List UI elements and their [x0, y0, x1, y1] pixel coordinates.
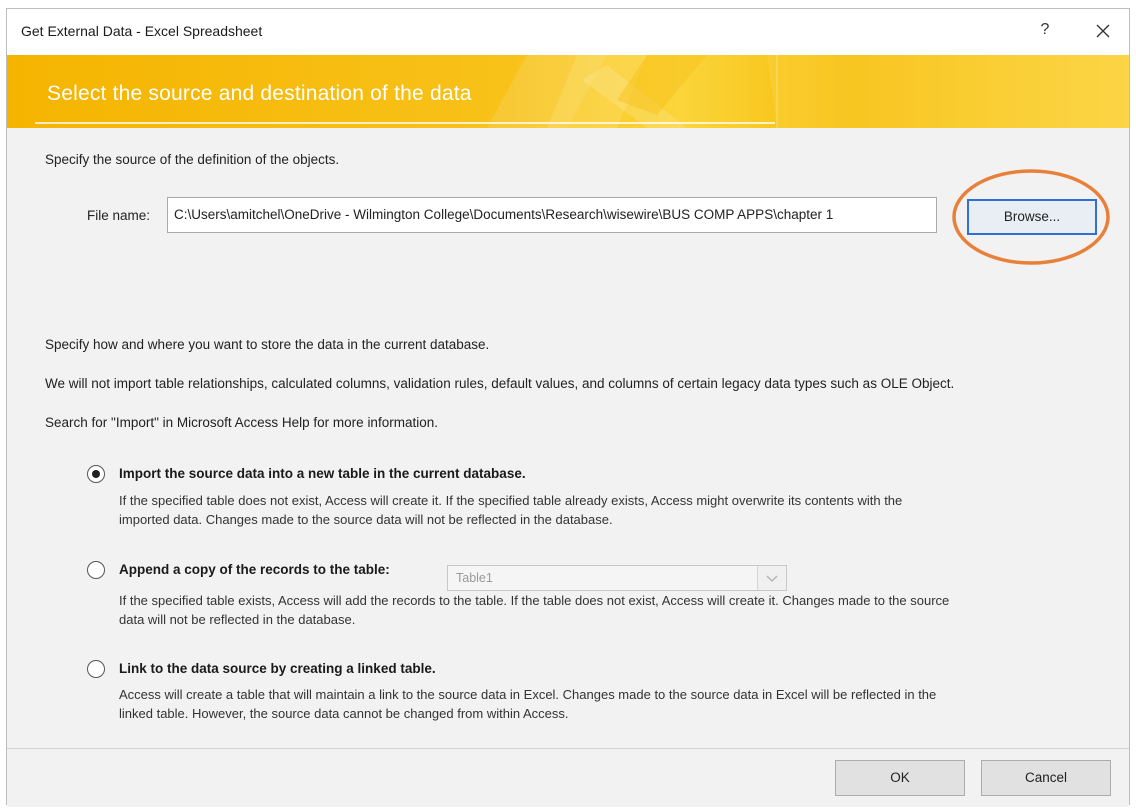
file-name-input[interactable]: C:\Users\amitchel\OneDrive - Wilmington …: [167, 197, 937, 233]
cancel-button[interactable]: Cancel: [981, 760, 1111, 796]
append-table-select-value: Table1: [456, 571, 493, 585]
import-limitations-note: We will not import table relationships, …: [45, 376, 955, 391]
option-import-description: If the specified table does not exist, A…: [119, 491, 1099, 529]
option-link-desc-line-2: linked table. However, the source data c…: [119, 706, 569, 721]
option-append-label: Append a copy of the records to the tabl…: [119, 562, 390, 577]
option-import-desc-line-2: imported data. Changes made to the sourc…: [119, 512, 613, 527]
option-link-description: Access will create a table that will mai…: [119, 685, 1099, 723]
header-banner: Select the source and destination of the…: [7, 55, 1129, 128]
help-search-note: Search for "Import" in Microsoft Access …: [45, 415, 438, 430]
option-link-label: Link to the data source by creating a li…: [119, 661, 436, 676]
option-append-description: If the specified table exists, Access wi…: [119, 591, 1099, 629]
ok-button[interactable]: OK: [835, 760, 965, 796]
source-instruction: Specify the source of the definition of …: [45, 152, 340, 167]
radio-link-table[interactable]: [87, 660, 105, 678]
store-instruction: Specify how and where you want to store …: [45, 337, 490, 352]
window-title: Get External Data - Excel Spreadsheet: [21, 23, 263, 39]
radio-selected-dot: [92, 470, 100, 478]
banner-title: Select the source and destination of the…: [47, 82, 472, 105]
banner-divider: [35, 122, 775, 124]
help-button[interactable]: ?: [1035, 19, 1055, 41]
close-icon: [1096, 24, 1110, 38]
option-append-desc-line-1: If the specified table exists, Access wi…: [119, 593, 950, 608]
option-import-label: Import the source data into a new table …: [119, 466, 526, 481]
option-link-desc-line-1: Access will create a table that will mai…: [119, 687, 937, 702]
browse-button[interactable]: Browse...: [967, 199, 1097, 235]
dialog-footer: OK Cancel: [7, 748, 1129, 807]
option-import-desc-line-1: If the specified table does not exist, A…: [119, 493, 903, 508]
file-name-label: File name:: [87, 208, 151, 223]
close-button[interactable]: [1091, 19, 1115, 43]
append-table-select[interactable]: Table1: [447, 565, 787, 591]
title-bar: Get External Data - Excel Spreadsheet ?: [7, 9, 1129, 55]
option-append-desc-line-2: data will not be reflected in the databa…: [119, 612, 356, 627]
radio-append-records[interactable]: [87, 561, 105, 579]
dropdown-arrow[interactable]: [757, 566, 786, 590]
radio-import-new-table[interactable]: [87, 465, 105, 483]
get-external-data-dialog: Get External Data - Excel Spreadsheet ? …: [6, 8, 1130, 807]
chevron-down-icon: [766, 575, 778, 582]
